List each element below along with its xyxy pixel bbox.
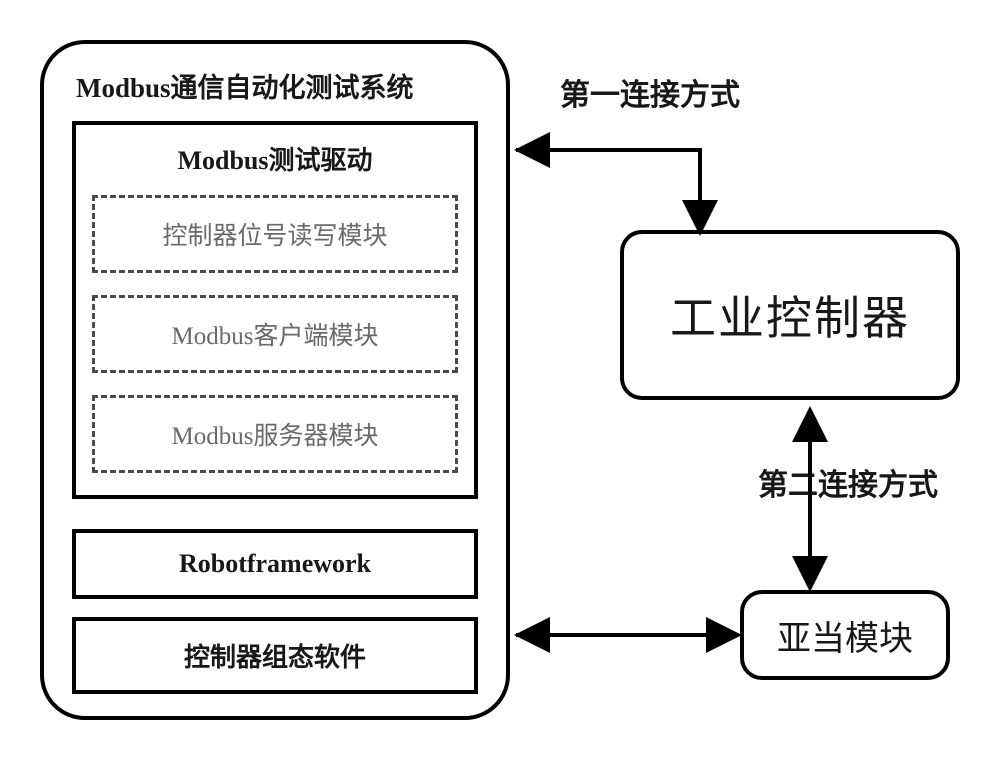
industrial-controller: 工业控制器	[620, 230, 960, 400]
adam-module: 亚当模块	[740, 590, 950, 680]
module-modbus-server: Modbus服务器模块	[92, 395, 458, 473]
connection-label-1: 第一连接方式	[560, 70, 740, 114]
module-modbus-client: Modbus客户端模块	[92, 295, 458, 373]
module-tag-rw: 控制器位号读写模块	[92, 195, 458, 273]
driver-box: Modbus测试驱动 控制器位号读写模块 Modbus客户端模块 Modbus服…	[72, 121, 478, 499]
system-title: Modbus通信自动化测试系统	[72, 66, 478, 105]
adam-label: 亚当模块	[777, 611, 913, 660]
module-robotframework: Robotframework	[72, 529, 478, 599]
controller-label: 工业控制器	[670, 282, 910, 348]
driver-title: Modbus测试驱动	[92, 140, 458, 177]
module-config-software: 控制器组态软件	[72, 617, 478, 694]
system-container: Modbus通信自动化测试系统 Modbus测试驱动 控制器位号读写模块 Mod…	[40, 40, 510, 720]
connection-label-2: 第二连接方式	[758, 460, 938, 504]
